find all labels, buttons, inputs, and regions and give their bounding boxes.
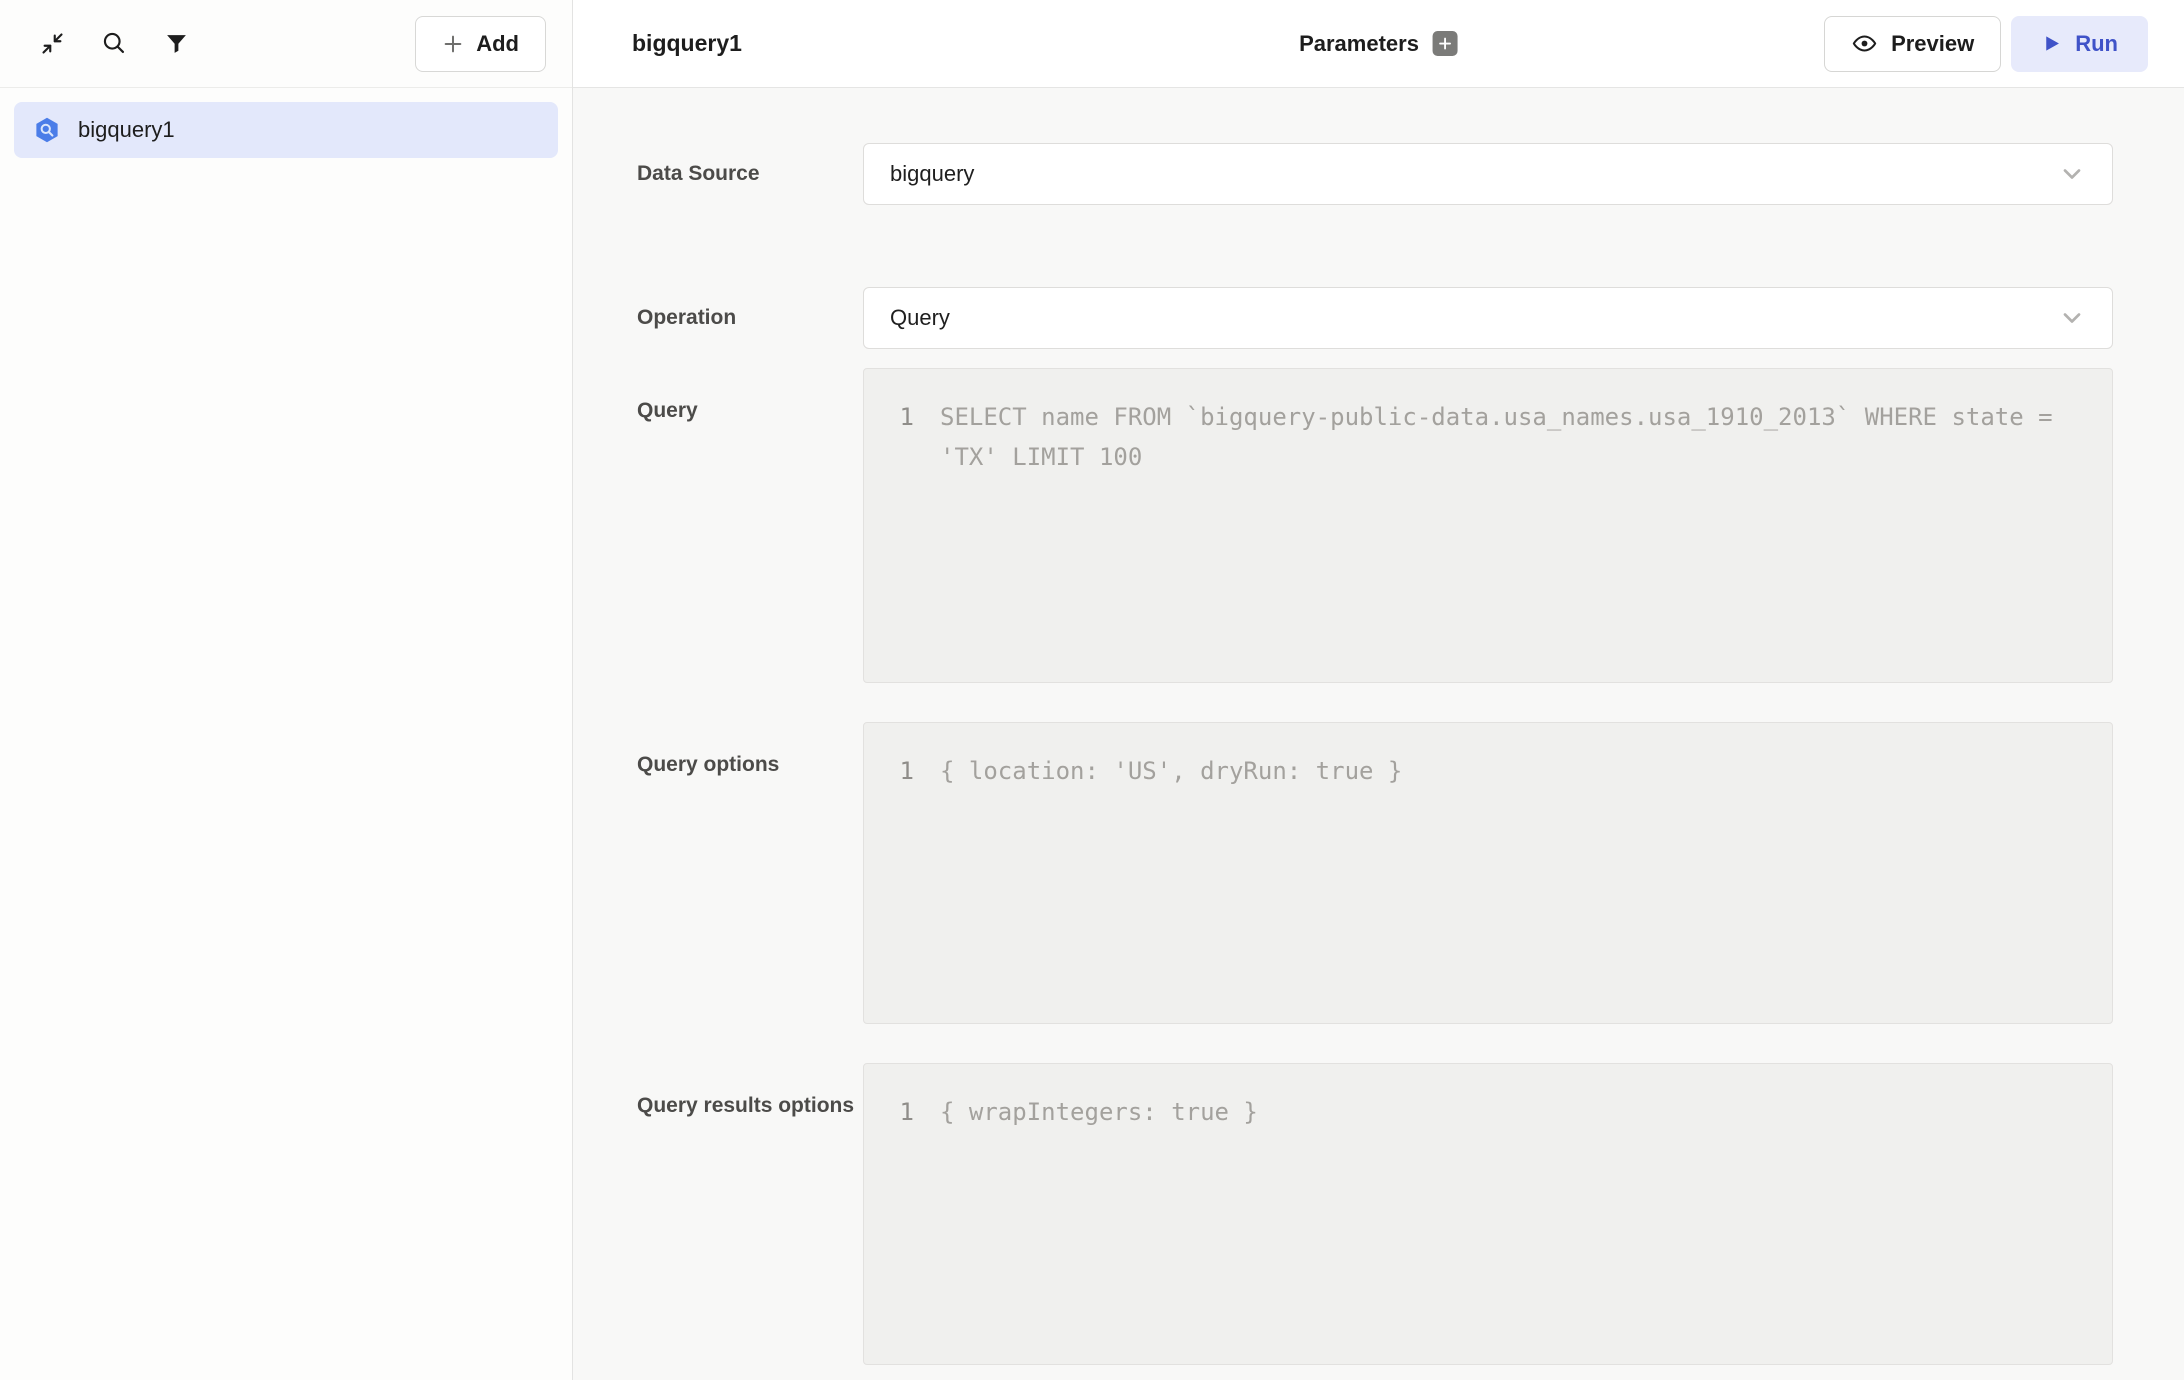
query-options-editor[interactable]: 1 { location: 'US', dryRun: true } xyxy=(863,722,2113,1024)
preview-button-label: Preview xyxy=(1891,31,1974,57)
collapse-sidebar-icon[interactable] xyxy=(30,22,74,66)
sidebar-item-label: bigquery1 xyxy=(78,117,175,143)
run-button[interactable]: Run xyxy=(2011,16,2148,72)
bigquery-icon xyxy=(32,115,62,145)
header-actions: Preview Run xyxy=(1824,16,2148,72)
query-list: bigquery1 xyxy=(0,88,572,172)
sidebar-toolbar: Add xyxy=(0,0,572,88)
line-number: 1 xyxy=(864,397,914,682)
eye-icon xyxy=(1851,30,1878,57)
parameters-label: Parameters xyxy=(1299,31,1419,57)
query-results-options-label: Query results options xyxy=(637,1063,863,1365)
query-results-options-row: Query results options 1 { wrapIntegers: … xyxy=(637,1063,2113,1365)
query-label: Query xyxy=(637,368,863,683)
add-parameter-button[interactable] xyxy=(1433,31,1458,56)
search-icon[interactable] xyxy=(92,22,136,66)
line-number: 1 xyxy=(864,1092,914,1364)
page-title: bigquery1 xyxy=(632,30,742,57)
run-button-label: Run xyxy=(2075,31,2118,57)
data-source-select[interactable]: bigquery xyxy=(863,143,2113,205)
query-options-placeholder-text: { location: 'US', dryRun: true } xyxy=(914,751,2112,1023)
data-source-value: bigquery xyxy=(890,161,974,187)
operation-value: Query xyxy=(890,305,950,331)
plus-icon xyxy=(442,33,464,55)
chevron-down-icon xyxy=(2058,304,2086,332)
operation-select[interactable]: Query xyxy=(863,287,2113,349)
app-window: Add bigquery1 bigquery1 Parameters xyxy=(0,0,2184,1380)
preview-button[interactable]: Preview xyxy=(1824,16,2001,72)
chevron-down-icon xyxy=(2058,160,2086,188)
parameters-group: Parameters xyxy=(1299,31,1458,57)
query-editor[interactable]: 1 SELECT name FROM `bigquery-public-data… xyxy=(863,368,2113,683)
data-source-label: Data Source xyxy=(637,143,863,205)
play-icon xyxy=(2041,33,2062,54)
query-results-options-placeholder-text: { wrapIntegers: true } xyxy=(914,1092,2112,1364)
operation-row: Operation Query xyxy=(637,287,2113,349)
data-source-row: Data Source bigquery xyxy=(637,143,2113,205)
main-panel: bigquery1 Parameters xyxy=(573,0,2184,1380)
sidebar: Add bigquery1 xyxy=(0,0,573,1380)
filter-icon[interactable] xyxy=(154,22,198,66)
query-row: Query 1 SELECT name FROM `bigquery-publi… xyxy=(637,368,2113,683)
main-header: bigquery1 Parameters xyxy=(573,0,2184,88)
line-number: 1 xyxy=(864,751,914,1023)
sidebar-item-bigquery1[interactable]: bigquery1 xyxy=(14,102,558,158)
query-options-row: Query options 1 { location: 'US', dryRun… xyxy=(637,722,2113,1024)
query-results-options-editor[interactable]: 1 { wrapIntegers: true } xyxy=(863,1063,2113,1365)
query-form: Data Source bigquery Operation xyxy=(573,88,2184,1380)
add-query-button[interactable]: Add xyxy=(415,16,546,72)
add-button-label: Add xyxy=(476,31,519,57)
query-placeholder-text: SELECT name FROM `bigquery-public-data.u… xyxy=(914,397,2112,682)
operation-label: Operation xyxy=(637,287,863,349)
query-options-label: Query options xyxy=(637,722,863,1024)
